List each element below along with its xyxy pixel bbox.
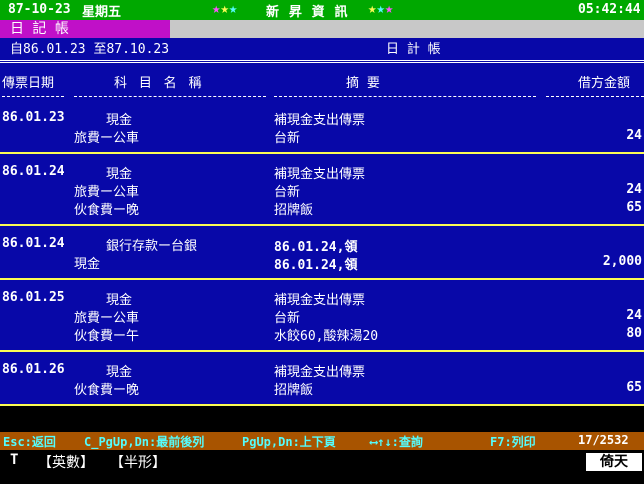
ime-bar: T 【英數】 【半形】 倚天 bbox=[0, 450, 644, 484]
entry-account: 伙食費ー午 bbox=[74, 329, 140, 344]
report-title: 日 計 帳 bbox=[386, 42, 441, 57]
entry-account: 旅費ー公車 bbox=[74, 311, 140, 326]
entry-date: 86.01.24 bbox=[2, 236, 65, 251]
entry-summary: 台新 bbox=[274, 131, 301, 146]
entry-account: 現金 bbox=[106, 167, 133, 182]
system-time: 05:42:44 bbox=[578, 2, 641, 17]
eten-logo-text: 倚天 bbox=[600, 454, 628, 470]
ime-halfwidth-toggle[interactable]: 【半形】 bbox=[110, 452, 166, 472]
column-rule bbox=[274, 96, 536, 97]
entry-amount: 65 bbox=[626, 380, 642, 395]
record-counter: 17/2532 bbox=[578, 433, 629, 447]
column-rule bbox=[2, 96, 64, 97]
group-separator bbox=[0, 152, 644, 154]
group-separator bbox=[0, 278, 644, 280]
entry-summary: 水餃60,酸辣湯20 bbox=[274, 329, 379, 344]
entry-account: 現金 bbox=[74, 257, 101, 272]
menu-bar: 日 記 帳 bbox=[0, 20, 644, 38]
hotkey-first-last[interactable]: C_PgUp,Dn:最前後列 bbox=[84, 433, 204, 450]
hotkey-esc[interactable]: Esc:返回 bbox=[3, 433, 56, 450]
entry-account: 伙食費ー晚 bbox=[74, 203, 140, 218]
entry-date: 86.01.23 bbox=[2, 110, 65, 125]
hotkey-bar: Esc:返回 C_PgUp,Dn:最前後列 PgUp,Dn:上下頁 ⟷↑↓:查詢… bbox=[0, 432, 644, 450]
column-header-debit: 借方金額 bbox=[578, 76, 631, 91]
entry-summary: 台新 bbox=[274, 185, 301, 200]
report-panel: 自86.01.23 至87.10.23 日 計 帳 傳票日期 科 目 名 稱 摘… bbox=[0, 38, 644, 406]
entry-summary: 招牌飯 bbox=[274, 203, 314, 218]
hotkey-print[interactable]: F7:列印 bbox=[490, 433, 536, 450]
entry-date: 86.01.24 bbox=[2, 164, 65, 179]
column-rule bbox=[74, 96, 266, 97]
entry-summary: 補現金支出傳票 bbox=[274, 365, 366, 380]
entry-amount: 24 bbox=[626, 182, 642, 197]
entry-account: 旅費ー公車 bbox=[74, 185, 140, 200]
column-header-account: 科 目 名 稱 bbox=[114, 76, 204, 91]
star-icon: ★★★ bbox=[212, 1, 238, 17]
system-date: 87-10-23 bbox=[8, 2, 71, 17]
ime-english-toggle[interactable]: 【英數】 bbox=[38, 452, 94, 472]
entry-amount: 24 bbox=[626, 128, 642, 143]
column-header-date: 傳票日期 bbox=[2, 76, 55, 91]
entry-account: 伙食費ー晚 bbox=[74, 383, 140, 398]
eten-logo: 倚天 bbox=[586, 453, 642, 471]
entry-account: 銀行存款ー台銀 bbox=[106, 239, 198, 254]
entry-summary: 補現金支出傳票 bbox=[274, 113, 366, 128]
group-separator bbox=[0, 224, 644, 226]
top-bar: 87-10-23 星期五 ★★★ 新 昇 資 訊 ★★★ 05:42:44 bbox=[0, 0, 644, 20]
menu-current-function[interactable]: 日 記 帳 bbox=[0, 20, 170, 38]
entry-date: 86.01.25 bbox=[2, 290, 65, 305]
column-rule bbox=[546, 96, 644, 97]
app-title: 新 昇 資 訊 bbox=[266, 5, 349, 20]
entry-account: 現金 bbox=[106, 113, 133, 128]
entry-summary: 補現金支出傳票 bbox=[274, 293, 366, 308]
entry-account: 現金 bbox=[106, 293, 133, 308]
system-weekday: 星期五 bbox=[82, 5, 122, 20]
header-divider bbox=[0, 60, 644, 63]
entry-summary: 86.01.24,領 bbox=[274, 240, 358, 255]
group-separator bbox=[0, 350, 644, 352]
blank-strip bbox=[0, 406, 644, 432]
ime-mode[interactable]: T bbox=[10, 452, 18, 468]
hotkey-page[interactable]: PgUp,Dn:上下頁 bbox=[242, 433, 336, 450]
entry-amount: 2,000 bbox=[602, 254, 642, 269]
entry-account: 旅費ー公車 bbox=[74, 131, 140, 146]
column-header-summary: 摘 要 bbox=[346, 76, 380, 91]
entry-amount: 80 bbox=[626, 326, 642, 341]
entry-summary: 補現金支出傳票 bbox=[274, 167, 366, 182]
entry-summary: 招牌飯 bbox=[274, 383, 314, 398]
entry-amount: 65 bbox=[626, 200, 642, 215]
hotkey-query[interactable]: ⟷↑↓:查詢 bbox=[370, 433, 423, 450]
star-icon: ★★★ bbox=[368, 1, 394, 17]
entry-amount: 24 bbox=[626, 308, 642, 323]
entry-date: 86.01.26 bbox=[2, 362, 65, 377]
entry-account: 現金 bbox=[106, 365, 133, 380]
entry-summary: 86.01.24,領 bbox=[274, 258, 358, 273]
report-date-range: 自86.01.23 至87.10.23 bbox=[10, 42, 170, 57]
entry-summary: 台新 bbox=[274, 311, 301, 326]
